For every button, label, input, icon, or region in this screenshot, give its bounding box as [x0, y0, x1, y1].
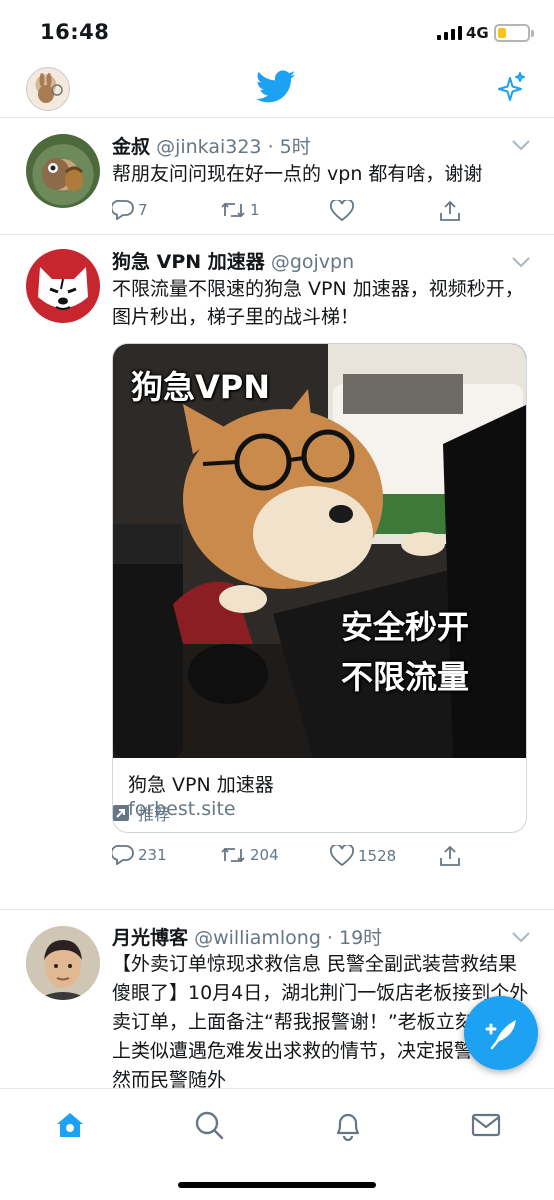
tweet-text: 不限流量不限速的狗急 VPN 加速器，视频秒开，图片秒出，梯子里的战斗梯！ [112, 278, 524, 328]
chevron-down-icon[interactable] [511, 928, 531, 947]
retweet-button[interactable]: 1 [220, 200, 260, 220]
card-title: 狗急 VPN 加速器 [128, 774, 274, 796]
tweet[interactable]: 金叔 @jinkai323 · 5时 帮朋友问问现在好一点的 vpn 都有啥，谢… [0, 118, 554, 235]
sparkle-icon[interactable] [494, 70, 528, 108]
promoted-indicator: 推荐 [112, 801, 170, 825]
card-image[interactable]: 狗急VPN 安全秒开 不限流量 [113, 344, 526, 758]
like-count: 1528 [358, 847, 397, 865]
share-button[interactable] [439, 200, 461, 222]
display-name[interactable]: 狗急 VPN 加速器 [112, 251, 265, 273]
reply-count: 7 [138, 201, 148, 219]
search-icon [195, 1111, 224, 1140]
messages-icon [471, 1113, 501, 1137]
signal-icon [437, 26, 462, 40]
avatar[interactable] [26, 926, 100, 1000]
tweet-header: 月光博客 @williamlong · 19时 [112, 923, 382, 950]
home-indicator [178, 1182, 376, 1188]
status-bar: 16:48 4G [0, 0, 554, 62]
retweet-button[interactable]: 204 [220, 845, 279, 865]
share-icon [440, 845, 460, 866]
tweet-header: 金叔 @jinkai323 · 5时 [112, 132, 311, 159]
user-handle[interactable]: @jinkai323 [156, 136, 261, 158]
tweet-actions: 231 204 1528 [112, 845, 532, 867]
heart-icon [330, 200, 354, 222]
avatar[interactable] [26, 134, 100, 208]
user-handle[interactable]: @williamlong [194, 927, 321, 949]
tab-search[interactable] [193, 1109, 225, 1145]
promoted-label: 推荐 [138, 805, 171, 824]
top-nav [0, 62, 554, 118]
reply-button[interactable]: 7 [112, 200, 148, 220]
reply-button[interactable]: 231 [112, 845, 167, 865]
tweet-time: · 19时 [326, 927, 383, 949]
tweet-text: 帮朋友问问现在好一点的 vpn 都有啥，谢谢 [112, 163, 483, 185]
promoted-icon [113, 805, 129, 821]
reply-icon [112, 200, 134, 220]
tweet-promoted[interactable]: 狗急 VPN 加速器 @gojvpn 不限流量不限速的狗急 VPN 加速器，视频… [0, 235, 554, 910]
compose-tweet-button[interactable] [464, 996, 538, 1070]
notifications-icon [336, 1113, 360, 1142]
like-button[interactable]: 1528 [330, 845, 396, 867]
avatar[interactable] [26, 249, 100, 323]
profile-avatar[interactable] [26, 67, 70, 111]
reply-icon [112, 845, 134, 865]
tab-messages[interactable] [470, 1109, 502, 1145]
network-label: 4G [466, 24, 489, 42]
card-overlay-title: 狗急VPN [131, 368, 271, 406]
heart-icon [330, 845, 354, 867]
display-name[interactable]: 月光博客 [112, 927, 188, 949]
card-overlay-line2: 不限流量 [341, 658, 470, 696]
status-time: 16:48 [40, 20, 110, 44]
retweet-count: 1 [250, 201, 260, 219]
link-card[interactable]: 狗急VPN 安全秒开 不限流量 狗急 VPN 加速器 forbest.site [112, 343, 527, 833]
like-button[interactable] [330, 200, 354, 222]
display-name[interactable]: 金叔 [112, 136, 150, 158]
twitter-bird-icon[interactable] [255, 70, 296, 108]
tweet-time: · 5时 [267, 136, 311, 158]
share-icon [440, 200, 460, 221]
tweet-header: 狗急 VPN 加速器 @gojvpn [112, 247, 354, 274]
chevron-down-icon[interactable] [511, 253, 531, 272]
card-overlay-line1: 安全秒开 [341, 608, 470, 646]
reply-count: 231 [138, 846, 167, 864]
tab-home[interactable] [54, 1109, 86, 1145]
retweet-icon [221, 202, 245, 218]
tweet-actions: 7 1 [112, 200, 532, 222]
tab-notifications[interactable] [332, 1109, 364, 1145]
chevron-down-icon[interactable] [511, 136, 531, 155]
compose-tweet-icon [485, 1020, 516, 1050]
share-button[interactable] [439, 845, 461, 867]
home-icon [57, 1113, 83, 1137]
user-handle[interactable]: @gojvpn [271, 251, 354, 273]
battery-icon [494, 24, 534, 42]
retweet-icon [221, 847, 245, 863]
retweet-count: 204 [250, 846, 279, 864]
